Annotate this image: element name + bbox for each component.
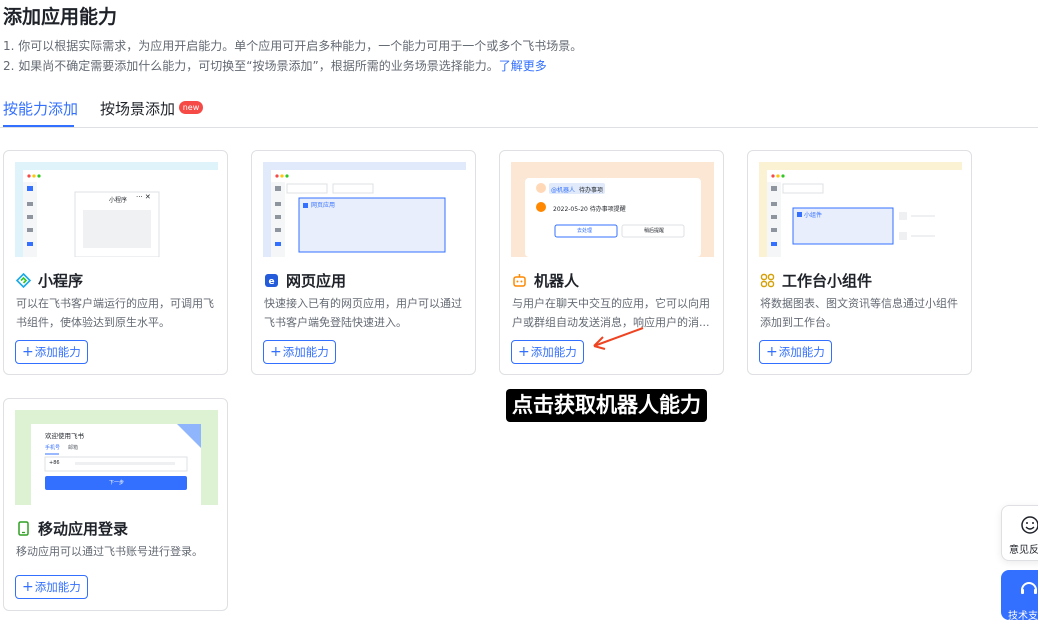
plus-icon: + bbox=[518, 344, 530, 360]
plus-icon: + bbox=[766, 344, 778, 360]
bot-preview-primary-button: 去处理 bbox=[577, 228, 593, 234]
card-title-row: 移动应用登录 bbox=[16, 518, 128, 539]
web-app-preview-tab-label: 网页应用 bbox=[311, 202, 336, 209]
plus-icon: + bbox=[270, 344, 282, 360]
tab-by-capability[interactable]: 按能力添加 bbox=[3, 98, 78, 119]
smile-icon bbox=[1021, 516, 1038, 534]
card-description: 将数据图表、图文资讯等信息通过小组件添加到工作台。 bbox=[760, 297, 958, 329]
add-capability-label: 添加能力 bbox=[778, 345, 825, 359]
mini-program-preview-graphic bbox=[23, 170, 218, 257]
card-title-row: 机器人 bbox=[512, 270, 579, 291]
card-title: 机器人 bbox=[534, 272, 580, 290]
card-description: 可以在飞书客户端运行的应用，可调用飞书组件，使体验达到原生水平。 bbox=[16, 297, 214, 329]
widget-preview-label: 小组件 bbox=[804, 212, 823, 219]
card-title: 工作台小组件 bbox=[782, 272, 873, 290]
capability-card-widget[interactable]: 小组件 工作台小组件 将数据图表、图文资讯等信息通过小组件添加到工作台。 +添加… bbox=[747, 150, 972, 375]
new-badge: new bbox=[179, 101, 203, 114]
mini-program-icon bbox=[16, 273, 31, 288]
bot-preview: @机器人 待办事项 2022-05-20 待办事项提醒 去处理 稍后提醒 bbox=[511, 162, 714, 257]
tab-by-scenario[interactable]: 按场景添加 bbox=[100, 98, 175, 119]
bot-preview-message: 2022-05-20 待办事项提醒 bbox=[553, 206, 626, 213]
capability-card-mobile-login[interactable]: 欢迎使用飞书 手机号 邮箱 +86 下一步 移动应用登录 移动应用可以通过飞书账… bbox=[3, 398, 228, 611]
widget-preview: 小组件 bbox=[759, 162, 962, 257]
add-capability-label: 添加能力 bbox=[34, 580, 81, 594]
mobile-login-icon bbox=[16, 521, 31, 536]
web-app-icon: e bbox=[264, 273, 279, 288]
mobile-login-preview-tab-email: 邮箱 bbox=[68, 445, 79, 451]
card-title-row: e 网页应用 bbox=[264, 270, 346, 291]
add-capability-label: 添加能力 bbox=[282, 345, 329, 359]
mobile-login-preview-tab-phone: 手机号 bbox=[45, 445, 61, 451]
mini-program-preview-controls: ··· ✕ bbox=[136, 193, 151, 201]
description-line-2-text: 2. 如果尚不确定需要添加什么能力，可切换至“按场景添加”，根据所需的业务场景选… bbox=[3, 59, 499, 73]
add-capability-label: 添加能力 bbox=[530, 345, 577, 359]
add-capability-button[interactable]: +添加能力 bbox=[263, 340, 336, 364]
feedback-button[interactable]: 意见反 bbox=[1001, 505, 1038, 561]
card-title: 移动应用登录 bbox=[38, 520, 129, 538]
annotation-arrow-icon bbox=[593, 327, 644, 350]
page-title: 添加应用能力 bbox=[3, 6, 118, 28]
mobile-login-preview: 欢迎使用飞书 手机号 邮箱 +86 下一步 bbox=[15, 410, 218, 505]
description-line-2: 2. 如果尚不确定需要添加什么能力，可切换至“按场景添加”，根据所需的业务场景选… bbox=[3, 57, 547, 74]
add-capability-button[interactable]: +添加能力 bbox=[15, 340, 88, 364]
support-label: 技术支 bbox=[1008, 611, 1038, 622]
bot-preview-tag: @机器人 bbox=[551, 187, 576, 194]
card-title-row: 工作台小组件 bbox=[760, 270, 872, 291]
web-app-preview: 网页应用 bbox=[263, 162, 466, 257]
mobile-login-preview-next: 下一步 bbox=[109, 480, 125, 486]
capability-card-web-app[interactable]: 网页应用 e 网页应用 快速接入已有的网页应用，用户可以通过飞书客户端免登陆快速… bbox=[251, 150, 476, 375]
tab-divider bbox=[0, 127, 1038, 128]
bot-preview-header: 待办事项 bbox=[579, 187, 604, 194]
web-app-preview-graphic bbox=[271, 170, 466, 257]
card-description: 快速接入已有的网页应用，用户可以通过飞书客户端免登陆快速进入。 bbox=[264, 297, 462, 329]
feedback-label: 意见反 bbox=[1009, 545, 1038, 556]
headset-icon bbox=[1021, 582, 1037, 594]
mobile-login-preview-country-code: +86 bbox=[49, 460, 60, 466]
add-capability-button[interactable]: +添加能力 bbox=[759, 340, 832, 364]
learn-more-link[interactable]: 了解更多 bbox=[499, 59, 547, 73]
bot-preview-secondary-button: 稍后提醒 bbox=[644, 228, 665, 234]
add-capability-button[interactable]: +添加能力 bbox=[15, 575, 88, 599]
plus-icon: + bbox=[22, 579, 34, 595]
card-title: 小程序 bbox=[38, 272, 84, 290]
svg-text:e: e bbox=[268, 277, 274, 287]
card-description: 移动应用可以通过飞书账号进行登录。 bbox=[16, 545, 203, 558]
annotation-label: 点击获取机器人能力 bbox=[506, 389, 707, 422]
description-line-1: 1. 你可以根据实际需求，为应用开启能力。单个应用可开启多种能力，一个能力可用于… bbox=[3, 39, 583, 53]
widget-preview-graphic bbox=[767, 170, 962, 257]
widget-icon bbox=[760, 273, 775, 288]
capability-card-mini-program[interactable]: 小程序 ··· ✕ 小程序 可以在飞书客户端运行的应用，可调用飞书组件，使体验达… bbox=[3, 150, 228, 375]
mobile-login-preview-welcome: 欢迎使用飞书 bbox=[45, 432, 84, 440]
mini-program-preview-title: 小程序 bbox=[109, 197, 128, 204]
mini-program-preview: 小程序 ··· ✕ bbox=[15, 162, 218, 257]
mobile-login-preview-graphic bbox=[31, 424, 201, 505]
bot-icon bbox=[512, 273, 527, 288]
plus-icon: + bbox=[22, 344, 34, 360]
add-capability-label: 添加能力 bbox=[34, 345, 81, 359]
card-title-row: 小程序 bbox=[16, 270, 83, 291]
add-capability-button[interactable]: +添加能力 bbox=[511, 340, 584, 364]
card-title: 网页应用 bbox=[286, 272, 347, 290]
